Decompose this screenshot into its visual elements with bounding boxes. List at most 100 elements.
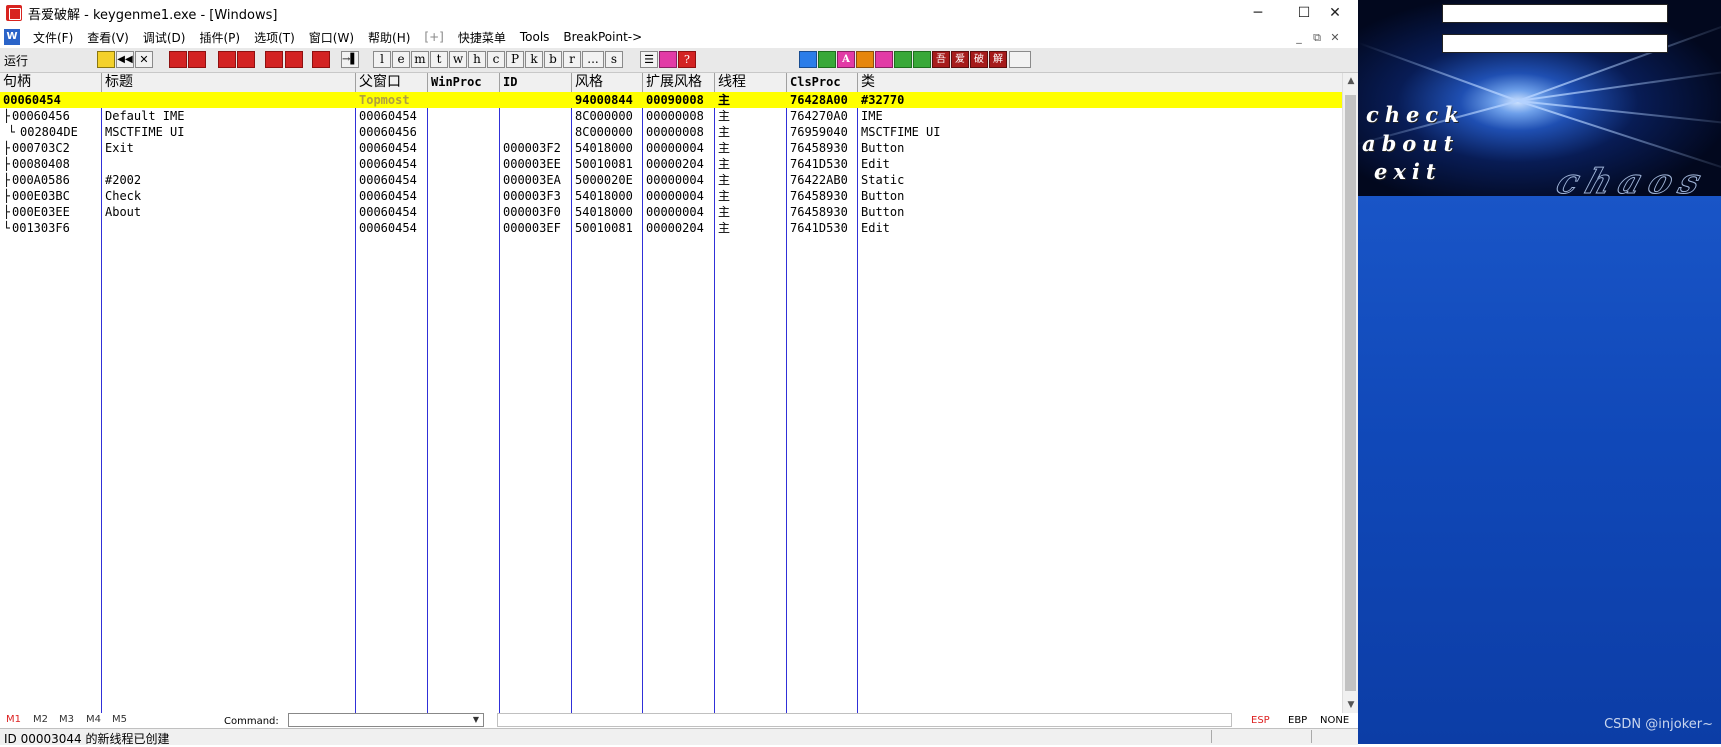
rewind-icon[interactable]: ◀◀ — [116, 51, 134, 68]
register-ebp[interactable]: EBP — [1288, 715, 1307, 726]
table-row[interactable]: 00080408 00060454 000003EE 50010081 00000204… — [0, 156, 1342, 172]
chevron-down-icon[interactable]: ▼ — [470, 714, 482, 726]
column-header-id[interactable]: ID — [499, 73, 571, 92]
executable-modules-button[interactable]: e — [392, 51, 410, 68]
cell-handle: 002804DE — [20, 125, 78, 139]
po-icon[interactable]: 破 — [970, 51, 988, 68]
wu-icon[interactable]: 吾 — [932, 51, 950, 68]
table-row[interactable]: 002804DE MSCTFIME UI 00060456 8C000000 00000… — [0, 124, 1342, 140]
marker-m2[interactable]: M2 — [33, 714, 48, 725]
mdi-minimize-button[interactable]: _ — [1291, 30, 1307, 46]
command-input[interactable]: ▼ — [288, 713, 484, 727]
calculator-icon[interactable] — [913, 51, 931, 68]
menu-file[interactable]: 文件(F) — [26, 29, 80, 46]
mdi-restore-button[interactable]: ⧉ — [1309, 30, 1325, 46]
menu-options[interactable]: 选项(T) — [247, 29, 302, 46]
list-icon[interactable]: ☰ — [640, 51, 658, 68]
menu-view[interactable]: 查看(V) — [80, 29, 136, 46]
column-header-handle[interactable]: 句柄 — [0, 73, 102, 92]
windows-button[interactable]: w — [449, 51, 467, 68]
run-trace-button[interactable]: ... — [582, 51, 604, 68]
column-header-thread[interactable]: 线程 — [714, 73, 786, 92]
column-header-parent[interactable]: 父窗口 — [355, 73, 427, 92]
mdi-child-icon[interactable]: W — [4, 29, 20, 45]
references-button[interactable]: r — [563, 51, 581, 68]
menu-window[interactable]: 窗口(W) — [302, 29, 361, 46]
cell-clsproc: 76959040 — [790, 125, 848, 139]
column-header-style[interactable]: 风格 — [571, 73, 642, 92]
status-bar: ID 00003044 的新线程已创建 — [0, 728, 1358, 746]
step-into-icon[interactable] — [218, 51, 236, 68]
menu-plus[interactable]: [+] — [417, 30, 450, 44]
check-button[interactable]: check — [1366, 102, 1465, 127]
grid-icon[interactable] — [894, 51, 912, 68]
cell-class: #32770 — [861, 93, 905, 107]
close-process-icon[interactable]: ✕ — [135, 51, 153, 68]
marker-m5[interactable]: M5 — [112, 714, 127, 725]
goto-icon[interactable]: →▌ — [341, 51, 359, 68]
about-button[interactable]: about — [1362, 131, 1459, 156]
call-stack-button[interactable]: k — [525, 51, 543, 68]
close-button[interactable]: ✕ — [1312, 0, 1358, 26]
column-header-clsproc[interactable]: ClsProc — [786, 73, 857, 92]
blank-toolbar-button[interactable] — [1009, 51, 1031, 68]
ai-icon[interactable]: 爱 — [951, 51, 969, 68]
breakpoints-button[interactable]: b — [544, 51, 562, 68]
mdi-close-button[interactable]: ✕ — [1327, 30, 1343, 46]
menu-help[interactable]: 帮助(H) — [361, 29, 417, 46]
trace-over-icon[interactable] — [285, 51, 303, 68]
column-header-class[interactable]: 类 — [857, 73, 1342, 92]
pause-icon[interactable] — [188, 51, 206, 68]
record-icon[interactable] — [856, 51, 874, 68]
serial-input[interactable] — [1442, 34, 1668, 53]
name-input[interactable] — [1442, 4, 1668, 23]
register-none[interactable]: NONE — [1320, 715, 1349, 726]
table-row[interactable]: 000703C2 Exit 00060454 000003F2 54018000 0000… — [0, 140, 1342, 156]
exit-button[interactable]: exit — [1374, 159, 1442, 184]
minimize-button[interactable]: ─ — [1235, 0, 1281, 26]
table-row[interactable]: 000E03BC Check 00060454 000003F3 54018000 000… — [0, 188, 1342, 204]
menu-plugins[interactable]: 插件(P) — [192, 29, 247, 46]
trace-into-icon[interactable] — [265, 51, 283, 68]
a-icon[interactable]: A — [837, 51, 855, 68]
scroll-thumb[interactable] — [1345, 95, 1356, 691]
threads-button[interactable]: t — [430, 51, 448, 68]
table-row[interactable]: 00060456 Default IME 00060454 8C000000 00000… — [0, 108, 1342, 124]
table-row[interactable]: 000E03EE About 00060454 000003F0 54018000 000… — [0, 204, 1342, 220]
help-icon[interactable]: ? — [678, 51, 696, 68]
menu-breakpoint[interactable]: BreakPoint-> — [556, 30, 649, 44]
column-header-winproc[interactable]: WinProc — [427, 73, 499, 92]
cpu-button[interactable]: c — [487, 51, 505, 68]
jie-icon[interactable]: 解 — [989, 51, 1007, 68]
column-header-exstyle[interactable]: 扩展风格 — [642, 73, 714, 92]
patches-button[interactable]: P — [506, 51, 524, 68]
keygenme-body — [1358, 196, 1721, 744]
menu-shortcuts[interactable]: 快捷菜单 — [451, 29, 513, 46]
step-over-icon[interactable] — [237, 51, 255, 68]
plugin-green-icon[interactable] — [818, 51, 836, 68]
scroll-down-icon[interactable]: ▼ — [1343, 697, 1359, 713]
marker-m3[interactable]: M3 — [59, 714, 74, 725]
refresh-icon[interactable] — [799, 51, 817, 68]
log-window-button[interactable]: l — [373, 51, 391, 68]
run-icon[interactable] — [169, 51, 187, 68]
memory-map-button[interactable]: m — [411, 51, 429, 68]
menu-tools[interactable]: Tools — [513, 30, 557, 44]
column-header-title[interactable]: 标题 — [101, 73, 355, 92]
table-row-selected[interactable]: 00060454 Topmost 94000844 00090008 主 76428A00… — [0, 92, 1342, 108]
execute-till-return-icon[interactable] — [312, 51, 330, 68]
handles-button[interactable]: h — [468, 51, 486, 68]
register-esp[interactable]: ESP — [1251, 715, 1270, 726]
title-bar[interactable]: 吾爱破解 - keygenme1.exe - [Windows] ─ ☐ ✕ — [0, 0, 1358, 26]
table-row[interactable]: 000A0586 #2002 00060454 000003EA 5000020E 000… — [0, 172, 1342, 188]
target-icon[interactable] — [875, 51, 893, 68]
vertical-scrollbar[interactable]: ▲ ▼ — [1342, 73, 1359, 713]
marker-m4[interactable]: M4 — [86, 714, 101, 725]
marker-m1[interactable]: M1 — [6, 714, 21, 725]
source-button[interactable]: s — [605, 51, 623, 68]
hex-view-icon[interactable] — [659, 51, 677, 68]
open-folder-icon[interactable] — [97, 51, 115, 68]
scroll-up-icon[interactable]: ▲ — [1343, 73, 1359, 89]
menu-debug[interactable]: 调试(D) — [136, 29, 193, 46]
table-row[interactable]: 001303F6 00060454 000003EF 50010081 00000204… — [0, 220, 1342, 236]
